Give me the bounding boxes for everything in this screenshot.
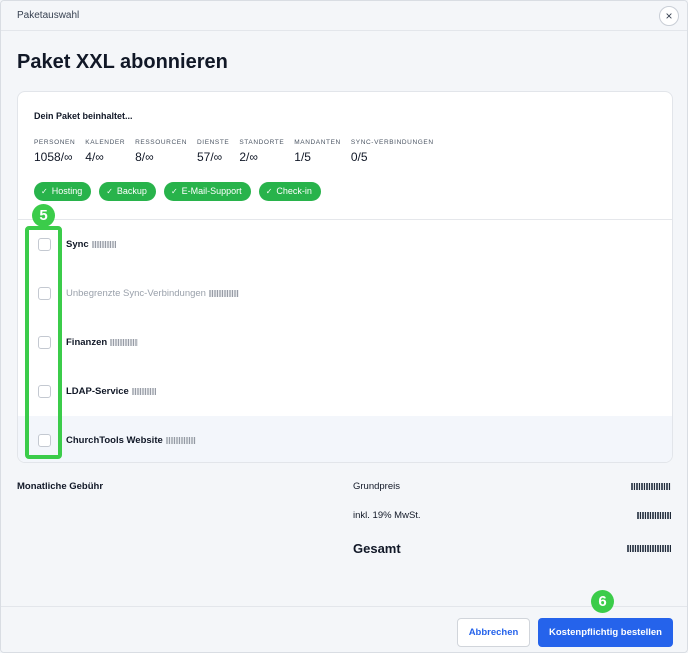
stat-locations: STANDORTE 2/∞ xyxy=(239,139,284,164)
checkbox-highlight-frame xyxy=(25,226,62,459)
addon-label: Sync xyxy=(66,239,116,250)
stat-resources: RESSOURCEN 8/∞ xyxy=(135,139,187,164)
stat-label: STANDORTE xyxy=(239,139,285,146)
addon-label: Unbegrenzte Sync-Verbindungen xyxy=(66,288,239,299)
feature-badges: ✓ Hosting ✓ Backup ✓ E-Mail-Support ✓ Check-… xyxy=(34,182,329,201)
redacted-price xyxy=(165,436,196,444)
stat-calendars: KALENDER 4/∞ xyxy=(85,139,125,164)
stat-services: DIENSTE 57/∞ xyxy=(197,139,229,164)
feature-badge-hosting: ✓ Hosting xyxy=(34,182,92,201)
redacted-total xyxy=(627,545,671,552)
check-icon: ✓ xyxy=(106,187,113,196)
stat-persons: PERSONEN 1058/∞ xyxy=(34,139,75,164)
stat-sync-connections: SYNC-VERBINDUNGEN 0/5 xyxy=(351,139,434,164)
dialog-footer: Abbrechen Kostenpflichtig bestellen xyxy=(1,606,687,652)
stat-value: 0/5 xyxy=(350,150,368,164)
redacted-price xyxy=(208,289,239,297)
page-title: Paket XXL abonnieren xyxy=(17,51,228,73)
addon-label: ChurchTools Website xyxy=(66,435,196,446)
check-icon: ✓ xyxy=(41,187,48,196)
package-stats: PERSONEN 1058/∞ KALENDER 4/∞ RESSOURCEN … xyxy=(34,139,444,164)
stat-value: 2/∞ xyxy=(239,150,258,164)
addon-option-website[interactable]: ChurchTools Website xyxy=(18,416,672,462)
monthly-fee-label: Monatliche Gebühr xyxy=(17,481,104,492)
check-icon: ✓ xyxy=(170,187,178,196)
close-button[interactable]: × xyxy=(659,6,679,26)
stat-value: 1058/∞ xyxy=(34,150,73,164)
feature-badge-backup: ✓ Backup xyxy=(99,182,156,201)
stat-label: PERSONEN xyxy=(34,139,76,146)
feature-badge-email-support: ✓ E-Mail-Support xyxy=(163,182,251,201)
feature-badge-check-in: ✓ Check-in xyxy=(258,182,321,201)
order-button[interactable]: Kostenpflichtig bestellen xyxy=(538,618,673,647)
dialog-title: Paketauswahl xyxy=(17,10,80,21)
redacted-price xyxy=(131,387,156,395)
addon-option-finances[interactable]: Finanzen xyxy=(18,318,672,367)
stat-value: 8/∞ xyxy=(135,150,154,164)
stat-value: 57/∞ xyxy=(197,150,223,164)
redacted-vat xyxy=(637,512,671,519)
close-icon: × xyxy=(665,9,673,23)
vat-label: inkl. 19% MwSt. xyxy=(353,510,421,521)
stat-label: RESSOURCEN xyxy=(135,139,187,146)
stat-label: KALENDER xyxy=(85,139,126,146)
stat-label: SYNC-VERBINDUNGEN xyxy=(350,139,434,146)
addon-label: Finanzen xyxy=(66,337,139,348)
addon-option-ldap[interactable]: LDAP-Service xyxy=(18,367,672,416)
stat-value: 1/5 xyxy=(294,150,311,164)
stat-label: MANDANTEN xyxy=(294,139,341,146)
stat-value: 4/∞ xyxy=(85,150,104,164)
stat-label: DIENSTE xyxy=(197,139,230,146)
addon-option-unlimited-sync: Unbegrenzte Sync-Verbindungen xyxy=(18,269,672,318)
package-intro: Dein Paket beinhaltet... xyxy=(34,111,133,121)
check-icon: ✓ xyxy=(265,187,273,196)
redacted-price xyxy=(91,240,116,248)
step-marker: 5 xyxy=(32,204,55,227)
package-card: Dein Paket beinhaltet... PERSONEN 1058/∞… xyxy=(17,91,673,463)
addon-label: LDAP-Service xyxy=(66,386,156,397)
addon-option-sync[interactable]: Sync xyxy=(18,220,672,269)
redacted-price xyxy=(110,338,139,346)
base-price-label: Grundpreis xyxy=(353,481,400,492)
stat-tenants: MANDANTEN 1/5 xyxy=(294,139,341,164)
step-marker: 6 xyxy=(591,590,614,613)
cancel-button[interactable]: Abbrechen xyxy=(457,618,530,647)
addon-options-list: Sync Unbegrenzte Sync-Verbindungen Finan… xyxy=(18,219,672,462)
package-selection-dialog: Paketauswahl × Paket XXL abonnieren Dein… xyxy=(0,0,688,653)
dialog-header: Paketauswahl × xyxy=(1,1,687,31)
redacted-base-price xyxy=(631,483,671,490)
total-label: Gesamt xyxy=(353,541,401,556)
